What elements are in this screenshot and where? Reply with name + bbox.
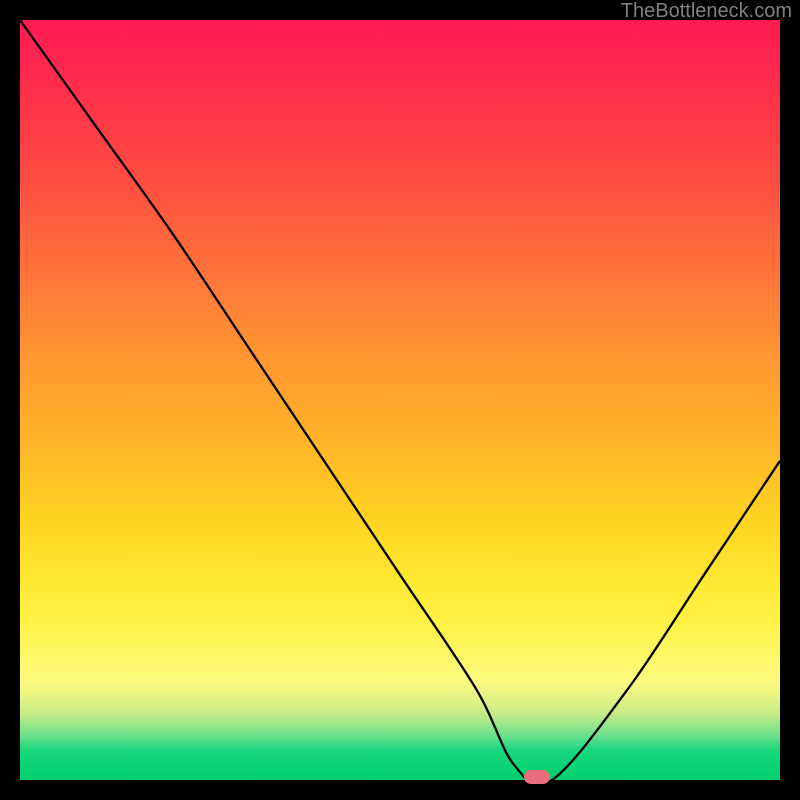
watermark-text: TheBottleneck.com: [621, 0, 792, 23]
bottleneck-chart: TheBottleneck.com: [0, 0, 800, 800]
optimal-point-marker: [524, 770, 550, 784]
bottleneck-curve: [20, 20, 780, 780]
plot-area: [20, 20, 780, 780]
